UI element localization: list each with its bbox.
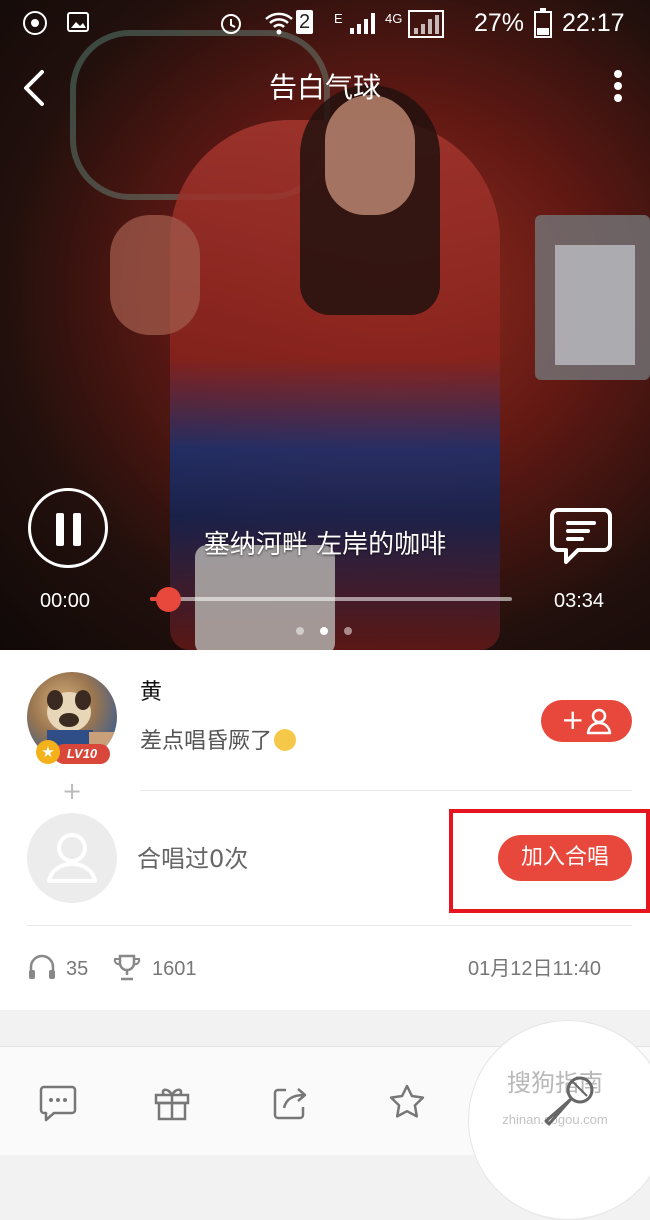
signal-e-label: E [334, 11, 343, 26]
follow-button[interactable]: + [541, 700, 632, 742]
battery-percent: 27% [474, 9, 525, 37]
total-time: 03:34 [554, 590, 605, 612]
more-options-icon[interactable] [600, 66, 636, 110]
level-star-icon: ★ [36, 740, 60, 764]
gift-icon[interactable] [152, 1082, 192, 1122]
trophy-icon [113, 954, 141, 981]
comment-icon[interactable] [38, 1082, 78, 1122]
headphones-icon [29, 954, 55, 979]
wifi-icon [265, 12, 293, 35]
publish-date: 01月12日11:40 [468, 958, 602, 980]
level-text: LV10 [54, 744, 110, 764]
pause-icon-left [56, 513, 64, 546]
app-notification-icon [23, 11, 47, 35]
pause-icon-right [73, 513, 81, 546]
alarm-icon [221, 14, 241, 34]
progress-track[interactable] [150, 597, 512, 601]
lyrics-toggle-icon[interactable] [548, 505, 614, 567]
trophy-count: 1601 [152, 958, 197, 980]
microphone-icon[interactable] [540, 1072, 600, 1132]
person-icon [586, 708, 612, 735]
lyric-line: 塞纳河畔 左岸的咖啡 [203, 530, 447, 560]
description-text: 差点唱昏厥了 [140, 729, 273, 754]
current-time: 00:00 [40, 590, 91, 612]
divider [140, 790, 632, 791]
level-badge: LV10 ★ [36, 740, 110, 766]
battery-icon [534, 8, 552, 38]
image-notification-icon [67, 12, 89, 32]
share-icon[interactable] [270, 1082, 310, 1122]
top-bar: 告白气球 [0, 56, 650, 120]
progress-thumb[interactable] [156, 587, 182, 612]
favorite-star-icon[interactable] [387, 1082, 427, 1122]
sim-label: 2 [296, 10, 314, 34]
default-user-icon [47, 833, 97, 883]
status-bar: 2 E 4G 27% 22:17 [0, 0, 650, 46]
signal-icon-1 [350, 13, 375, 34]
divider [27, 925, 632, 926]
join-duet-button[interactable]: 加入合唱 [498, 835, 632, 881]
pause-button[interactable] [28, 488, 108, 568]
duet-count: 合唱过0次 [137, 845, 249, 873]
duet-plus: + [62, 777, 83, 805]
signal-icon-2 [408, 10, 444, 38]
singer-name[interactable]: 黄 [140, 680, 170, 706]
listen-count: 35 [66, 958, 89, 980]
follow-plus: + [561, 703, 585, 736]
clock: 22:17 [562, 9, 625, 37]
signal-4g-label: 4G [385, 11, 403, 26]
page-dot [344, 627, 352, 635]
duet-partner-avatar[interactable] [27, 813, 117, 903]
page-dot [296, 627, 304, 635]
song-title: 告白气球 [268, 71, 381, 104]
page-indicator [296, 627, 356, 637]
singer-description: 差点唱昏厥了 [140, 727, 297, 757]
relieved-face-emoji-icon [274, 729, 297, 751]
page-dot [320, 627, 328, 635]
